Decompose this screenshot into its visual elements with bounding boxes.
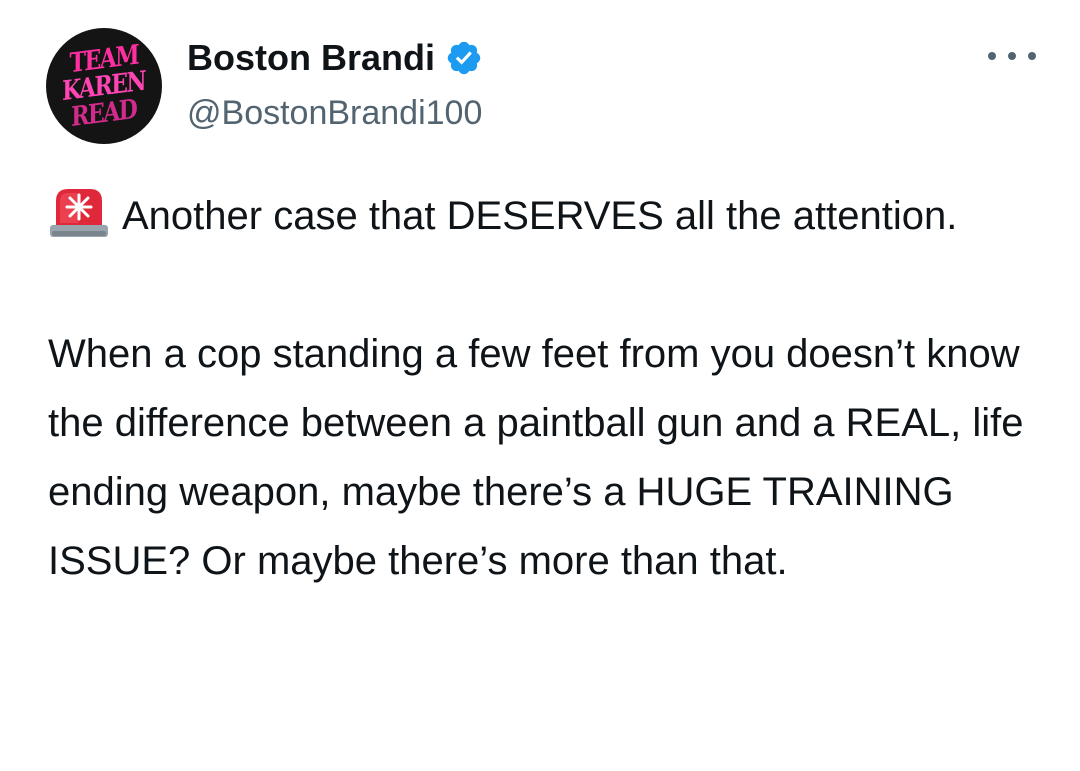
author-display-name[interactable]: Boston Brandi [187,37,435,79]
ellipsis-icon [1028,52,1036,60]
ellipsis-icon [988,52,996,60]
tweet-paragraph-text: When a cop standing a few feet from you … [48,332,1024,583]
ellipsis-icon [1008,52,1016,60]
tweet-text: Another case that DESERVES all the atten… [48,182,1038,596]
tweet-paragraph: When a cop standing a few feet from you … [48,320,1038,596]
author-handle[interactable]: @BostonBrandi100 [187,94,482,133]
tweet-paragraph: Another case that DESERVES all the atten… [48,182,1038,251]
more-options-button[interactable] [988,46,1036,66]
verified-badge-icon [445,39,483,77]
tweet-header: TEAM KAREN READ Boston Brandi @BostonBra… [46,28,1036,144]
avatar[interactable]: TEAM KAREN READ [46,28,162,144]
author-name-row: Boston Brandi [187,36,483,80]
avatar-text-line: READ [71,93,137,133]
police-light-icon [48,185,110,241]
tweet-paragraph-text: Another case that DESERVES all the atten… [122,194,958,238]
